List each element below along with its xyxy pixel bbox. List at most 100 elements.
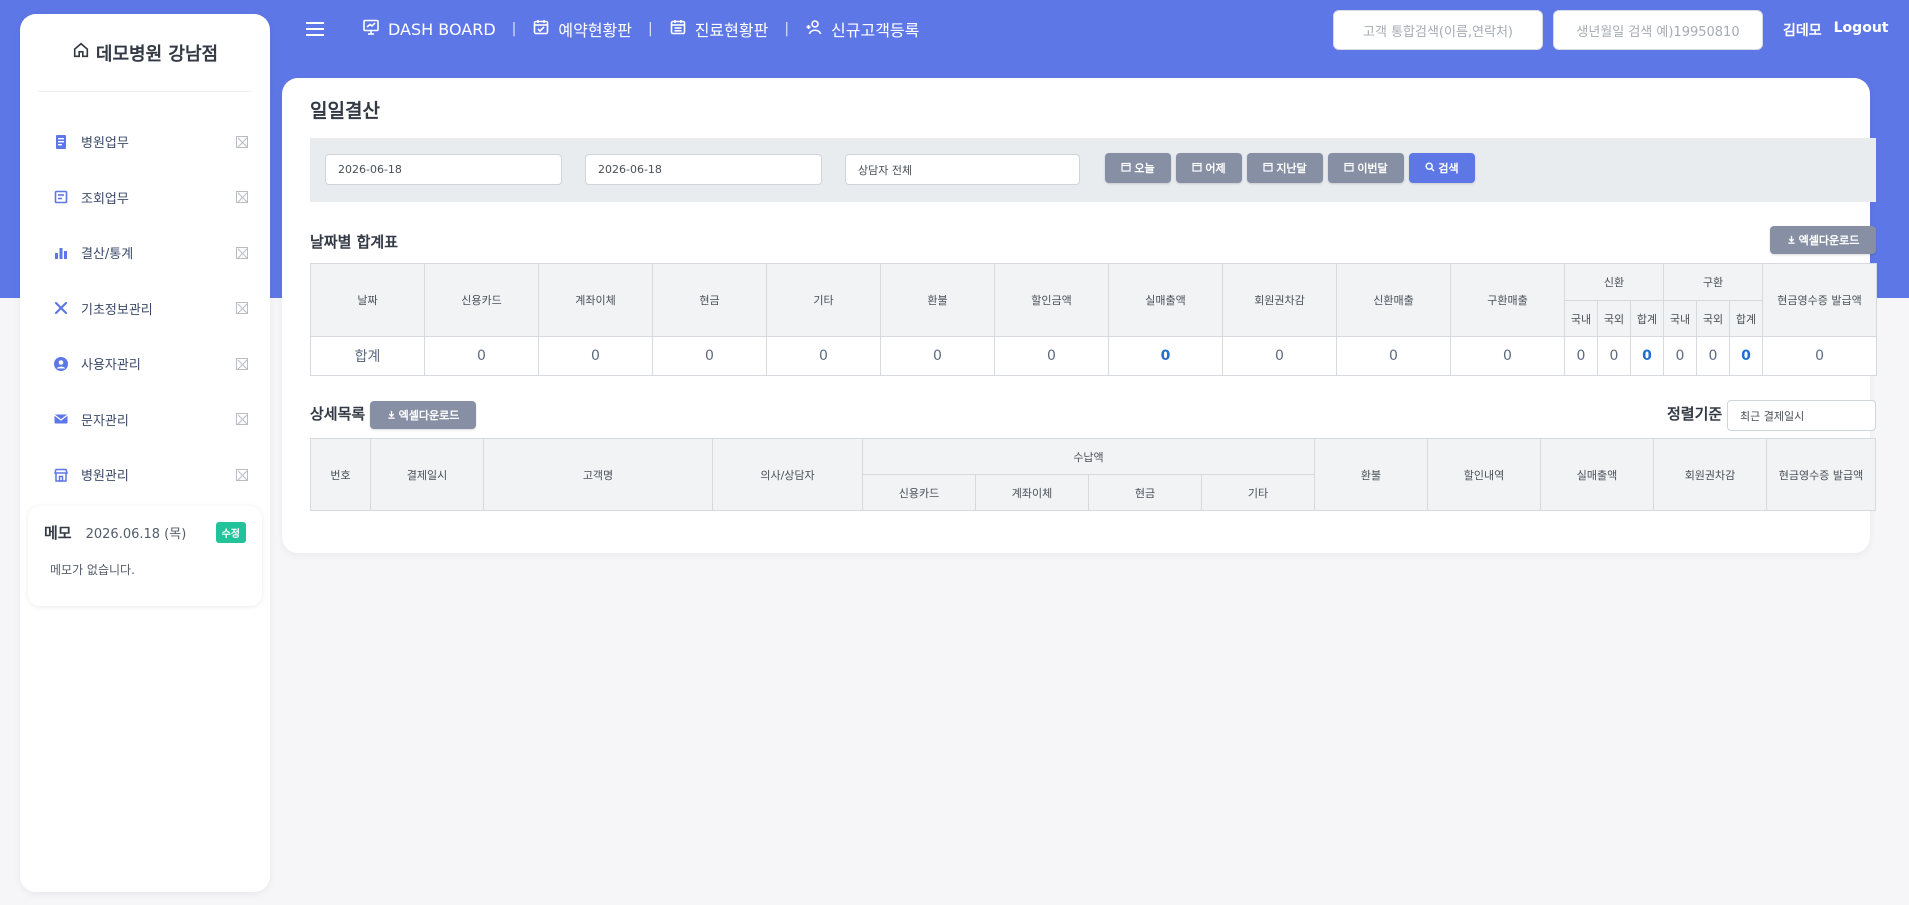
sidebar-item-label: 문자관리 <box>81 413 129 429</box>
brand-name: 데모병원 강남점 <box>95 43 219 65</box>
main-card: 일일결산 2026-06-18 2026-06-18 상담자 전체 오늘 어제 … <box>282 78 1878 553</box>
nav-dashboard[interactable]: DASH BOARD <box>362 18 496 40</box>
collapse-icon[interactable] <box>236 302 248 315</box>
counselor-select[interactable]: 상담자 전체 <box>845 154 1080 185</box>
brand[interactable]: 데모병원 강남점 <box>38 14 252 92</box>
col-pay-etc: 기타 <box>1201 474 1315 511</box>
summary-excel-button[interactable]: 엑셀다운로드 <box>1770 226 1876 254</box>
cell-cash: 0 <box>652 336 767 376</box>
nav-new-customer-label: 신규고객등록 <box>831 21 920 40</box>
calendar-icon <box>1344 162 1354 175</box>
search-button-label: 검색 <box>1438 162 1459 175</box>
summary-title: 날짜별 합계표 <box>310 233 399 251</box>
cell-refund: 0 <box>880 336 995 376</box>
collapse-icon[interactable] <box>236 191 248 204</box>
memo-date: 2026.06.18 (목) <box>85 527 187 542</box>
col-card: 신용카드 <box>424 263 539 337</box>
presentation-icon <box>362 18 380 40</box>
envelope-icon <box>53 411 69 427</box>
nav-treatment-board[interactable]: 진료현황판 <box>669 17 769 41</box>
sidebar-item-users[interactable]: 사용자관리 <box>20 336 270 392</box>
col-pay-cash: 현금 <box>1088 474 1202 511</box>
search-button[interactable]: 검색 <box>1409 153 1475 183</box>
col-paid-at: 결제일시 <box>370 438 484 511</box>
customer-search-input[interactable]: 고객 통합검색(이름,연락처) <box>1333 10 1543 50</box>
detail-title: 상세목록 <box>310 405 366 423</box>
last-month-button-label: 지난달 <box>1276 162 1307 175</box>
cell-receipt: 0 <box>1762 336 1878 376</box>
sidebar-item-basic-info[interactable]: 기초정보관리 <box>20 281 270 337</box>
sort-select[interactable]: 최근 결제일시 <box>1727 400 1876 431</box>
nav-treatment-label: 진료현황판 <box>694 21 769 40</box>
cell-new-total: 0 <box>1629 336 1665 376</box>
col-cash: 현금 <box>652 263 767 337</box>
home-icon <box>72 41 90 64</box>
sidebar-item-label: 병원업무 <box>81 136 129 152</box>
nav-new-customer[interactable]: 신규고객등록 <box>805 17 919 41</box>
col-discount: 할인내역 <box>1427 438 1541 511</box>
sidebar-item-settlement[interactable]: 결산/통계 <box>20 225 270 281</box>
user-add-icon <box>805 18 823 40</box>
cell-new-foreign: 0 <box>1597 336 1631 376</box>
cell-card: 0 <box>424 336 539 376</box>
sidebar-item-messages[interactable]: 문자관리 <box>20 392 270 448</box>
detail-excel-button[interactable]: 엑셀다운로드 <box>370 401 476 429</box>
logout-link[interactable]: Logout <box>1834 20 1889 40</box>
today-button-label: 오늘 <box>1134 162 1155 175</box>
cell-discount: 0 <box>994 336 1109 376</box>
calendar-icon <box>1121 162 1131 175</box>
sidebar-item-hospital-admin[interactable]: 병원관리 <box>20 447 270 503</box>
nav-reservation-label: 예약현황판 <box>558 21 632 40</box>
col-payment-group: 수납액 <box>862 438 1315 475</box>
sidebar-item-label: 사용자관리 <box>81 358 141 374</box>
sidebar-item-lookup[interactable]: 조회업무 <box>20 170 270 226</box>
cell-net-sales: 0 <box>1108 336 1223 376</box>
summary-table: 날짜 신용카드 계좌이체 현금 기타 환불 할인금액 실매출액 회원권차감 신환… <box>310 263 1878 376</box>
col-pay-card: 신용카드 <box>862 474 976 511</box>
cell-old-foreign: 0 <box>1696 336 1731 376</box>
today-button[interactable]: 오늘 <box>1105 153 1171 183</box>
this-month-button[interactable]: 이번달 <box>1328 153 1404 183</box>
col-pay-transfer: 계좌이체 <box>975 474 1089 511</box>
memo-edit-button[interactable]: 수정 <box>215 522 246 543</box>
detail-table: 번호 결제일시 고객명 의사/상담자 수납액 환불 할인내역 실매출액 회원권차… <box>310 438 1876 511</box>
col-receipt: 현금영수증 발급액 <box>1762 263 1878 337</box>
col-membership: 회원권차감 <box>1653 438 1767 511</box>
collapse-icon[interactable] <box>236 135 248 148</box>
collapse-icon[interactable] <box>236 468 248 481</box>
collapse-icon[interactable] <box>236 413 248 426</box>
document-icon <box>53 134 69 150</box>
calendar-icon <box>1192 162 1202 175</box>
user-name: 김데모 <box>1783 23 1822 39</box>
col-new-total: 합계 <box>1629 300 1665 337</box>
collapse-icon[interactable] <box>236 246 248 259</box>
collapse-icon[interactable] <box>236 357 248 370</box>
download-icon <box>387 409 396 422</box>
summary-excel-label: 엑셀다운로드 <box>1798 234 1860 247</box>
sort-label: 정렬기준 <box>1667 405 1723 423</box>
cell-membership: 0 <box>1222 336 1337 376</box>
list-icon <box>53 189 69 205</box>
menu-toggle-icon[interactable] <box>306 22 326 36</box>
search-icon <box>1425 161 1435 175</box>
col-group-old: 구환 <box>1663 263 1764 301</box>
end-date-input[interactable]: 2026-06-18 <box>585 154 822 185</box>
sidebar-nav: 병원업무 조회업무 결산/통계 기초정보관리 사용자관리 문자관리 병원관리 <box>20 114 270 503</box>
row-label: 합계 <box>310 336 425 376</box>
calendar-icon <box>669 18 687 40</box>
building-icon <box>53 467 69 483</box>
cell-new-domestic: 0 <box>1564 336 1598 376</box>
sidebar-item-hospital-work[interactable]: 병원업무 <box>20 114 270 170</box>
birthdate-search-input[interactable]: 생년월일 검색 예)19950810 <box>1553 10 1763 50</box>
last-month-button[interactable]: 지난달 <box>1247 153 1323 183</box>
col-etc: 기타 <box>766 263 881 337</box>
nav-reservation-board[interactable]: 예약현황판 <box>532 17 632 41</box>
col-group-new: 신환 <box>1563 263 1665 301</box>
col-membership: 회원권차감 <box>1222 263 1337 337</box>
col-transfer: 계좌이체 <box>538 263 653 337</box>
cell-transfer: 0 <box>538 336 653 376</box>
yesterday-button[interactable]: 어제 <box>1176 153 1242 183</box>
col-old-domestic: 국내 <box>1663 300 1698 337</box>
start-date-input[interactable]: 2026-06-18 <box>325 154 562 185</box>
detail-excel-label: 엑셀다운로드 <box>398 409 460 422</box>
